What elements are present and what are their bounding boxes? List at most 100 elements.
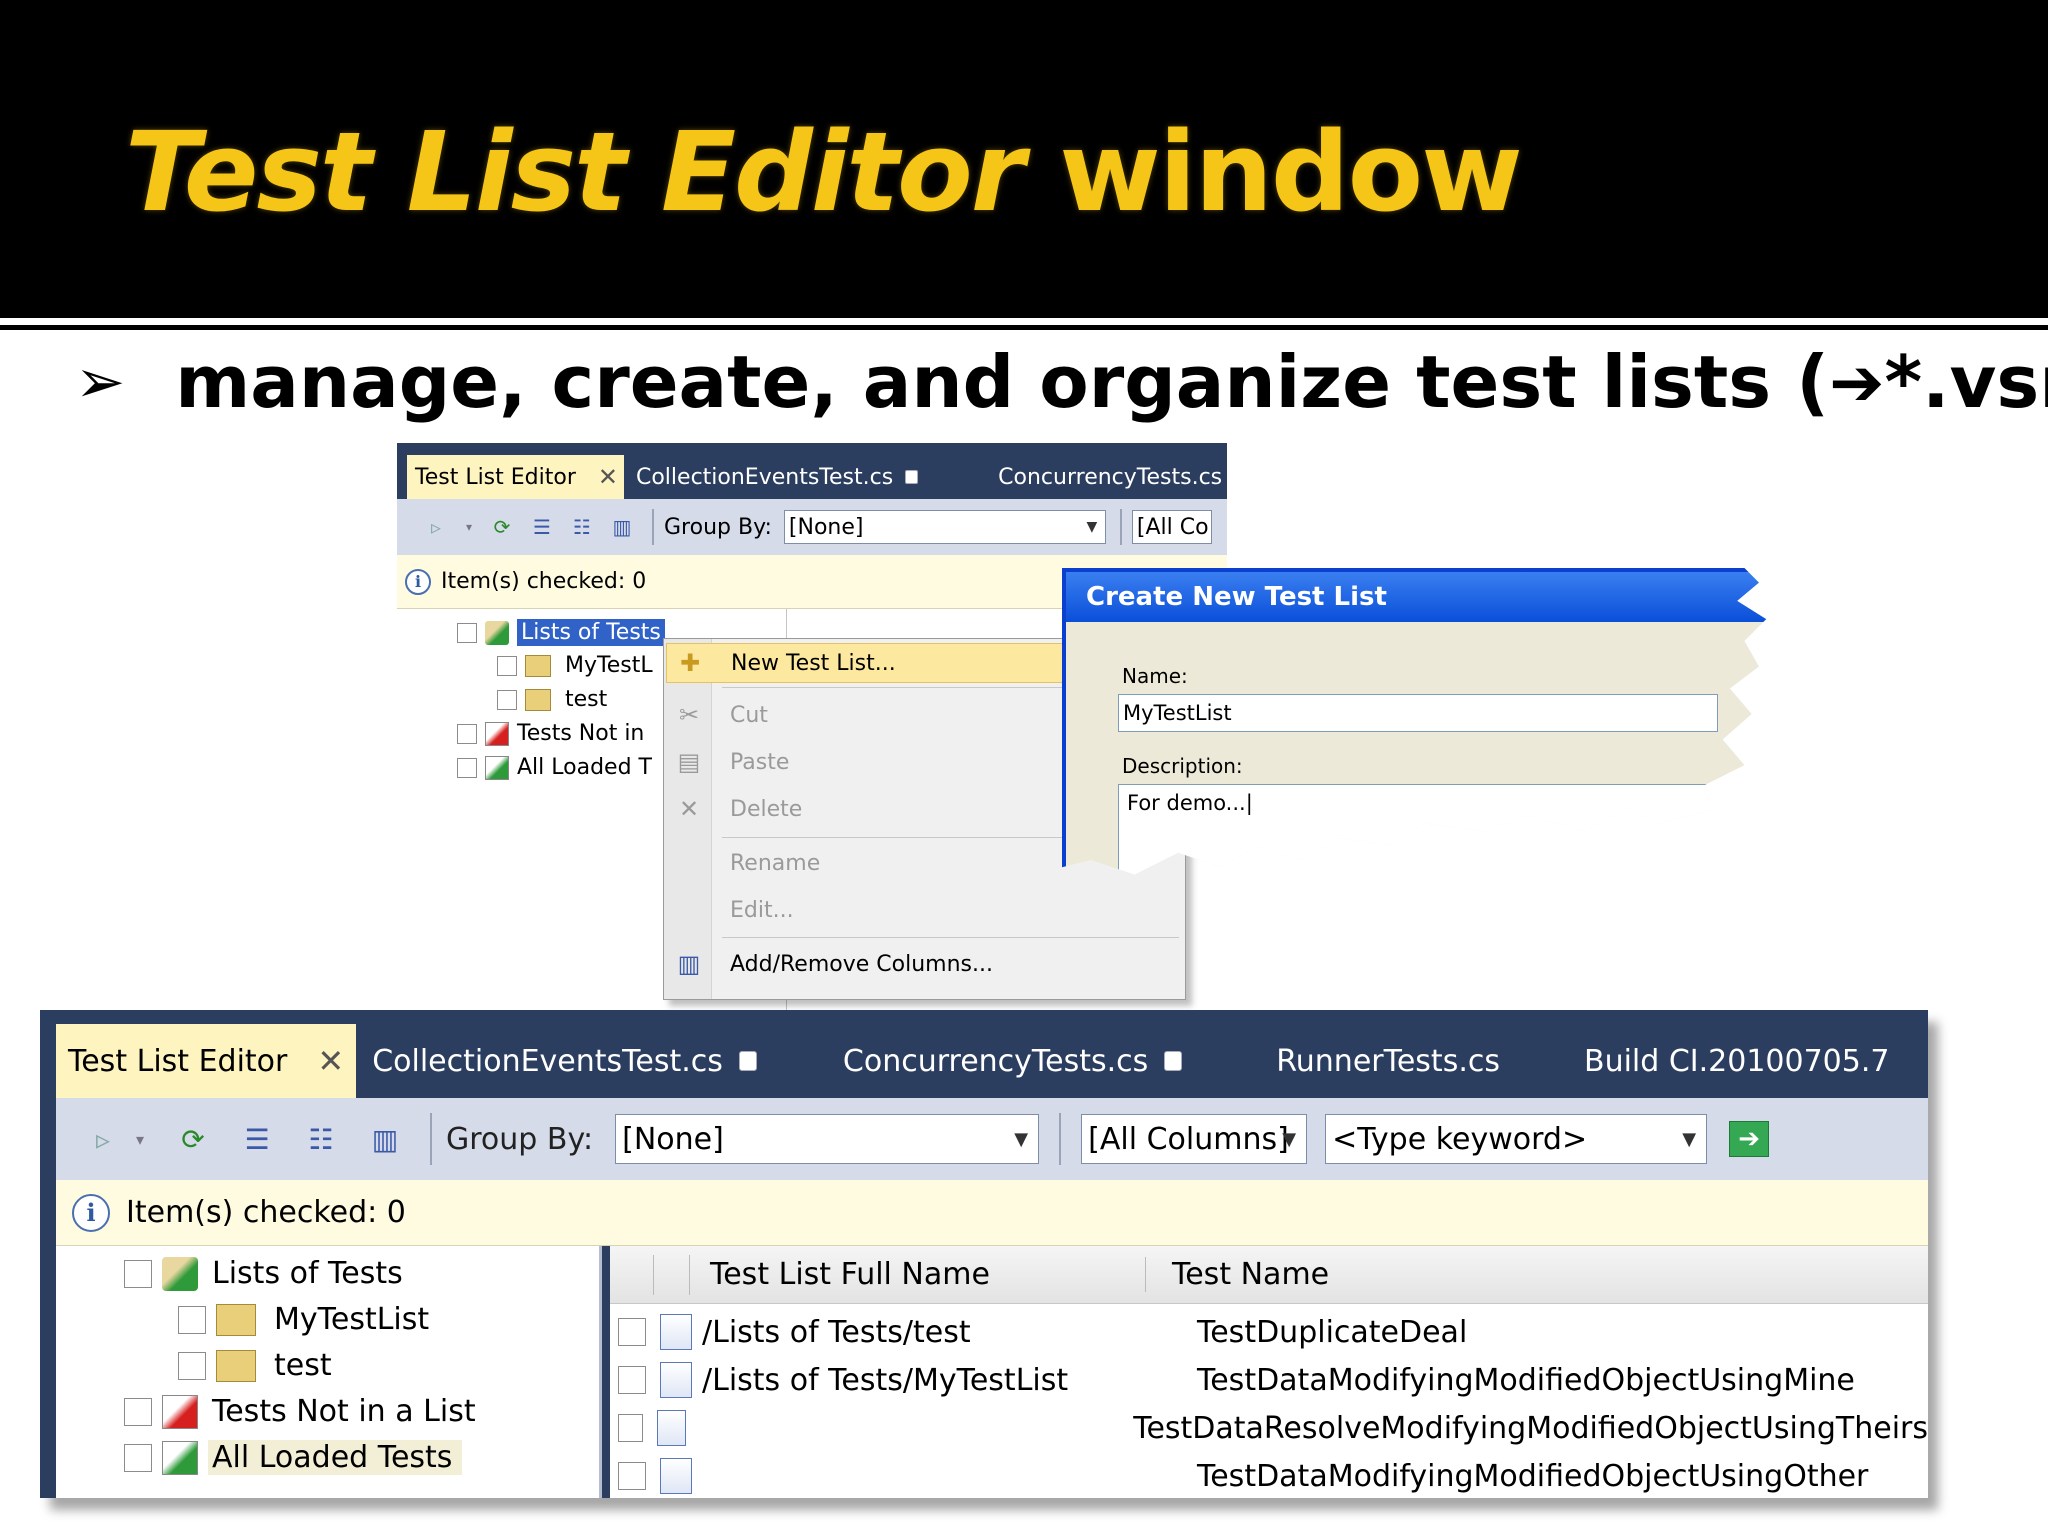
test-list-icon xyxy=(525,688,551,711)
columns-combo[interactable]: [All Columns] ▼ xyxy=(1081,1114,1308,1164)
lock-icon xyxy=(738,1051,757,1071)
tree-item-label: test xyxy=(274,1348,332,1383)
description-field[interactable]: For demo...| xyxy=(1118,784,1718,875)
run-tests-icon[interactable]: ▹ xyxy=(422,513,450,541)
slide-title: Test List Editor window xyxy=(125,108,1523,236)
slide-title-italic: Test List Editor xyxy=(125,108,1025,236)
small-tab-test-list-editor[interactable]: Test List Editor ✕ xyxy=(407,455,624,499)
table-row[interactable]: /Lists of Tests/test TestDuplicateDeal xyxy=(610,1308,1928,1356)
checkbox[interactable] xyxy=(124,1397,152,1426)
checkbox[interactable] xyxy=(618,1318,646,1346)
import-list-icon[interactable]: ☰ xyxy=(238,1120,276,1158)
tree-item-test[interactable]: test xyxy=(497,687,607,712)
lock-icon xyxy=(1164,1051,1183,1071)
close-icon[interactable]: ✕ xyxy=(598,463,618,491)
tree-item-lists-of-tests[interactable]: Lists of Tests xyxy=(124,1256,403,1291)
tree-item-mytestlist[interactable]: MyTestL xyxy=(497,653,653,678)
refresh-icon[interactable]: ⟳ xyxy=(174,1120,212,1158)
small-toolbar: ▹ ▾ ⟳ ☰ ☷ ▥ Group By: [None] ▼ [All Co xyxy=(397,499,1227,555)
columns-icon[interactable]: ▥ xyxy=(608,513,636,541)
table-row[interactable]: TestDataResolveModifyingModifiedObjectUs… xyxy=(610,1404,1928,1452)
checkbox[interactable] xyxy=(618,1366,646,1394)
menu-item-label: New Test List... xyxy=(731,650,896,676)
large-tab-test-list-editor[interactable]: Test List Editor ✕ xyxy=(56,1024,357,1098)
menu-item-label: Add/Remove Columns... xyxy=(730,951,993,977)
import-list-icon[interactable]: ☰ xyxy=(528,513,556,541)
checkbox[interactable] xyxy=(457,757,477,778)
chevron-down-icon[interactable]: ▼ xyxy=(1672,1115,1706,1163)
tree-item-tests-not-in-list[interactable]: Tests Not in xyxy=(457,721,644,746)
tree-item-label: MyTestL xyxy=(565,653,653,678)
bullet-text-before: manage, create, and organize test lists … xyxy=(175,340,1830,424)
large-tab-build[interactable]: Build CI.20100705.7 xyxy=(1572,1024,1902,1098)
group-by-value: [None] xyxy=(622,1121,724,1157)
checkbox[interactable] xyxy=(618,1414,643,1442)
bullet-text-after: *.vsmdi) xyxy=(1884,340,2048,424)
group-by-combo[interactable]: [None] ▼ xyxy=(615,1114,1040,1164)
tree-item-lists-of-tests[interactable]: Lists of Tests xyxy=(457,619,665,646)
checkbox[interactable] xyxy=(618,1462,646,1490)
keyword-combo[interactable]: <Type keyword> ▼ xyxy=(1325,1114,1708,1164)
menu-item-label: Edit... xyxy=(730,897,794,923)
chevron-down-icon[interactable]: ▾ xyxy=(132,1120,148,1158)
checkbox[interactable] xyxy=(497,655,517,676)
column-header-test-name[interactable]: Test Name xyxy=(1146,1257,1329,1292)
close-icon[interactable]: ✕ xyxy=(317,1042,344,1080)
apply-filter-icon[interactable]: ➔ xyxy=(1729,1121,1770,1157)
tab-label: CollectionEventsTest.cs xyxy=(635,464,894,490)
load-metadata-icon[interactable]: ☷ xyxy=(302,1120,340,1158)
load-metadata-icon[interactable]: ☷ xyxy=(568,513,596,541)
large-tab-concurrency-tests[interactable]: ConcurrencyTests.cs xyxy=(831,1024,1194,1098)
refresh-icon[interactable]: ⟳ xyxy=(488,513,516,541)
tree-item-mytestlist[interactable]: MyTestList xyxy=(178,1302,429,1337)
checkbox[interactable] xyxy=(457,622,477,643)
cell-test-name: TestDataResolveModifyingModifiedObjectUs… xyxy=(1133,1410,1928,1446)
large-tab-runner-tests[interactable]: RunnerTests.cs xyxy=(1264,1024,1512,1098)
chevron-down-icon[interactable]: ▼ xyxy=(1079,511,1105,543)
large-toolbar: ▹ ▾ ⟳ ☰ ☷ ▥ Group By: [None] ▼ [All Colu… xyxy=(56,1098,1928,1180)
checkbox[interactable] xyxy=(178,1351,206,1380)
chevron-down-icon[interactable]: ▾ xyxy=(462,513,476,541)
checkbox[interactable] xyxy=(124,1443,152,1472)
chevron-down-icon[interactable]: ▼ xyxy=(1272,1115,1306,1163)
small-tab-concurrency-tests[interactable]: ConcurrencyTests.cs xyxy=(990,455,1227,499)
create-new-test-list-dialog: Create New Test List Name: MyTestList De… xyxy=(1062,568,1788,933)
name-field[interactable]: MyTestList xyxy=(1118,694,1718,732)
cell-test-list-full-name: /Lists of Tests/test xyxy=(702,1314,971,1350)
large-tab-collection-events[interactable]: CollectionEventsTest.cs xyxy=(360,1024,769,1098)
columns-icon[interactable]: ▥ xyxy=(366,1120,404,1158)
tab-label: Test List Editor xyxy=(415,464,576,490)
group-by-combo[interactable]: [None] ▼ xyxy=(783,510,1106,544)
table-row[interactable]: TestDataModifyingModifiedObjectUsingOthe… xyxy=(610,1452,1928,1498)
paste-icon: ▤ xyxy=(677,748,701,776)
tests-grid: Test List Full Name Test Name /Lists of … xyxy=(610,1246,1928,1498)
run-tests-icon[interactable]: ▹ xyxy=(84,1120,122,1158)
tab-label: Test List Editor xyxy=(68,1043,288,1079)
chevron-down-icon[interactable]: ▼ xyxy=(1004,1115,1038,1163)
lists-of-tests-icon xyxy=(485,620,509,645)
menu-item-add-remove-columns[interactable]: ▥ Add/Remove Columns... xyxy=(666,944,1183,984)
all-loaded-tests-icon xyxy=(485,755,509,780)
menu-item-label: Cut xyxy=(730,702,768,728)
test-icon xyxy=(660,1458,692,1494)
columns-combo[interactable]: [All Co xyxy=(1131,510,1212,544)
small-tab-collection-events[interactable]: CollectionEventsTest.cs xyxy=(628,455,926,499)
checkbox[interactable] xyxy=(124,1259,152,1288)
new-test-list-icon: ✚ xyxy=(679,649,701,677)
tree-item-test[interactable]: test xyxy=(178,1348,332,1383)
tree-item-label: All Loaded Tests xyxy=(208,1440,463,1475)
tree-item-tests-not-in-list[interactable]: Tests Not in a List xyxy=(124,1394,476,1429)
tree-item-all-loaded-tests[interactable]: All Loaded Tests xyxy=(124,1440,463,1475)
column-header-test-list-full-name[interactable]: Test List Full Name xyxy=(690,1257,1146,1292)
columns-value: [All Co xyxy=(1136,514,1209,540)
test-list-icon xyxy=(216,1303,256,1336)
table-row[interactable]: /Lists of Tests/MyTestList TestDataModif… xyxy=(610,1356,1928,1404)
checkbox[interactable] xyxy=(457,723,477,744)
group-by-label: Group By: xyxy=(664,514,772,540)
tree-item-all-loaded-tests[interactable]: All Loaded T xyxy=(457,755,652,780)
slide: Test List Editor window ➢ manage, create… xyxy=(0,0,2048,1536)
tree-item-label: All Loaded T xyxy=(517,755,652,780)
checkbox[interactable] xyxy=(497,689,517,710)
checkbox[interactable] xyxy=(178,1305,206,1334)
menu-separator xyxy=(722,937,1179,938)
